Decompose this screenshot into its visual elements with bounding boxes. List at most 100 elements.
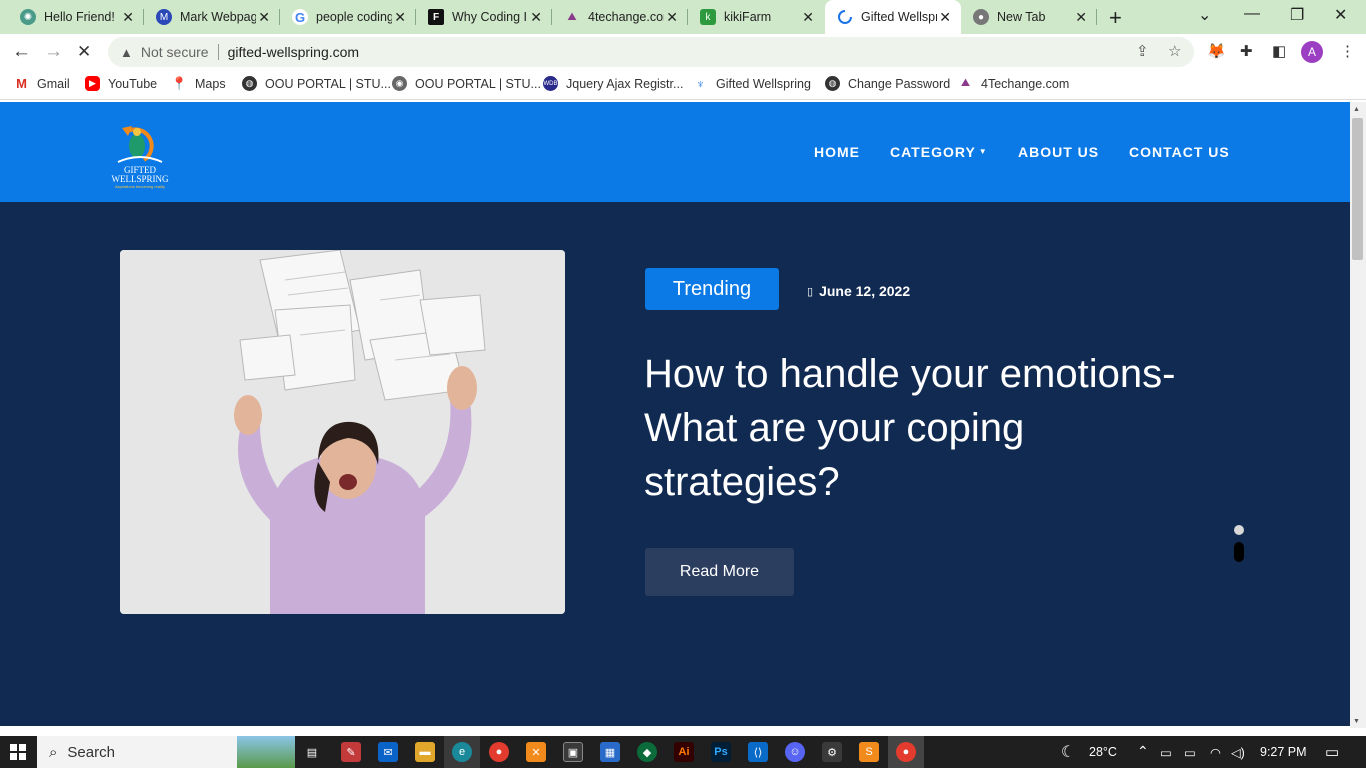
close-icon[interactable]: ✕ (122, 9, 134, 25)
site-header: GIFTED WELLSPRING Aspirations becoming r… (0, 102, 1350, 202)
side-panel-icon[interactable]: ◧ (1272, 42, 1286, 60)
notification-icon[interactable]: ▭ (1325, 743, 1339, 761)
extensions-puzzle-icon[interactable]: ✚ (1240, 42, 1253, 60)
tab-new-tab[interactable]: ● New Tab ✕ (961, 0, 1097, 34)
new-tab-button[interactable]: + (1109, 5, 1122, 31)
nav-category-label: CATEGORY (890, 144, 976, 160)
file-explorer-icon[interactable]: ▬ (415, 742, 435, 762)
tab-mark-webpage[interactable]: M Mark Webpage ✕ (144, 0, 280, 34)
photoshop-icon[interactable]: Ps (711, 742, 731, 762)
taskbar-search-box[interactable]: ⌕ Search (37, 736, 295, 768)
bookmark-jquery-ajax[interactable]: WDB Jquery Ajax Registr... (543, 76, 683, 91)
slider-dot-active[interactable] (1234, 542, 1244, 562)
nav-contact-us[interactable]: CONTACT US (1129, 144, 1230, 160)
temperature[interactable]: 28°C (1089, 745, 1117, 759)
slider-dot[interactable] (1234, 525, 1244, 535)
app-paint-icon[interactable]: ✎ (341, 742, 361, 762)
store-icon[interactable]: ▣ (563, 742, 583, 762)
tab-why-coding[interactable]: F Why Coding I ✕ (416, 0, 552, 34)
task-view-icon[interactable]: ▤ (302, 742, 322, 762)
chrome-active-icon[interactable]: ● (896, 742, 916, 762)
oou-icon: ◉ (392, 76, 407, 91)
calendar-icon: ▯ (807, 285, 814, 298)
scroll-up-arrow-icon[interactable]: ▲ (1353, 106, 1360, 113)
photos-icon[interactable]: ▦ (600, 742, 620, 762)
bookmark-4techange[interactable]: ⛰ 4Techange.com (958, 76, 1069, 91)
nav-about-us[interactable]: ABOUT US (1018, 144, 1099, 160)
tab-title: Why Coding I (452, 10, 528, 24)
meet-now-icon[interactable]: ▭ (1160, 745, 1172, 760)
profile-avatar[interactable]: A (1301, 41, 1323, 63)
bookmark-gifted-wellspring[interactable]: ♆ Gifted Wellspring (693, 76, 811, 91)
tab-separator (1096, 9, 1097, 25)
close-icon[interactable]: ✕ (530, 9, 542, 25)
bookmark-label: Change Password (848, 76, 951, 91)
battery-icon[interactable]: ▭ (1184, 745, 1196, 760)
scroll-down-arrow-icon[interactable]: ▼ (1353, 718, 1360, 725)
globe-icon: ◍ (825, 76, 840, 91)
forward-arrow-icon[interactable]: → (44, 41, 63, 63)
tab-title: Hello Friend! (44, 10, 115, 24)
trending-badge[interactable]: Trending (645, 268, 779, 310)
windows-start-icon[interactable] (10, 744, 26, 760)
android-studio-icon[interactable]: ⚙ (822, 742, 842, 762)
xampp-icon[interactable]: ✕ (526, 742, 546, 762)
stop-loading-icon[interactable]: ✕ (77, 41, 91, 63)
bookmark-oou-portal-2[interactable]: ◉ OOU PORTAL | STU... (392, 76, 541, 91)
share-icon[interactable]: ⇪ (1136, 42, 1149, 60)
back-arrow-icon[interactable]: ← (12, 41, 31, 63)
bookmark-oou-portal-1[interactable]: ◍ OOU PORTAL | STU... (242, 76, 391, 91)
metamask-icon[interactable]: 🦊 (1207, 42, 1226, 60)
post-headline[interactable]: How to handle your emotions- What are yo… (644, 347, 1204, 509)
scroll-thumb[interactable] (1352, 118, 1363, 260)
sublime-icon[interactable]: S (859, 742, 879, 762)
f-logo-icon: F (428, 9, 444, 25)
discord-icon[interactable]: ☺ (785, 742, 805, 762)
close-icon[interactable]: ✕ (258, 9, 270, 25)
bookmark-gmail[interactable]: M Gmail (14, 76, 70, 91)
bookmark-change-password[interactable]: ◍ Change Password (825, 76, 950, 91)
address-bar[interactable]: ▲ Not secure gifted-wellspring.com (108, 37, 1194, 67)
menu-dots-icon[interactable]: ⋮ (1340, 42, 1355, 60)
minimize-button[interactable]: — (1244, 5, 1260, 23)
close-window-button[interactable]: ✕ (1334, 5, 1347, 25)
wifi-icon[interactable]: ◠ (1210, 745, 1221, 760)
bookmark-star-icon[interactable]: ☆ (1168, 42, 1181, 60)
bookmark-label: OOU PORTAL | STU... (265, 76, 391, 91)
edge-icon[interactable]: e (452, 742, 472, 762)
close-icon[interactable]: ✕ (802, 9, 814, 25)
close-icon[interactable]: ✕ (939, 9, 951, 25)
caret-down-icon: ▼ (978, 147, 988, 156)
node-icon[interactable]: ◆ (637, 742, 657, 762)
tab-gifted-wellspring[interactable]: Gifted Wellspring ✕ (825, 0, 961, 34)
close-icon[interactable]: ✕ (394, 9, 406, 25)
chrome-app-icon[interactable]: ● (489, 742, 509, 762)
chevron-up-icon[interactable]: ⌃ (1137, 743, 1149, 760)
tab-4techange[interactable]: ⛰ 4techange.com ✕ (552, 0, 688, 34)
chrome-icon: ● (973, 9, 989, 25)
bookmark-label: Maps (195, 76, 226, 91)
clock-time[interactable]: 9:27 PM (1260, 745, 1307, 759)
restore-button[interactable]: ❐ (1290, 5, 1304, 25)
illustrator-icon[interactable]: Ai (674, 742, 694, 762)
bookmark-maps[interactable]: 📍 Maps (171, 76, 226, 91)
weather-moon-icon[interactable]: ☾ (1058, 742, 1078, 762)
read-more-button[interactable]: Read More (645, 548, 794, 596)
close-icon[interactable]: ✕ (666, 9, 678, 25)
tab-kikifarm[interactable]: k kikiFarm ✕ (688, 0, 824, 34)
speaker-icon[interactable]: ◁) (1231, 745, 1245, 760)
tab-search-icon[interactable]: ⌄ (1198, 5, 1211, 25)
post-date: ▯ June 12, 2022 (807, 283, 910, 299)
vscode-icon[interactable]: ⟨⟩ (748, 742, 768, 762)
hero-image[interactable] (120, 250, 565, 614)
nav-category[interactable]: CATEGORY ▼ (890, 144, 988, 160)
mail-icon[interactable]: ✉ (378, 742, 398, 762)
close-icon[interactable]: ✕ (1075, 9, 1087, 25)
site-logo[interactable]: GIFTED WELLSPRING Aspirations becoming r… (104, 112, 176, 192)
url-text[interactable]: gifted-wellspring.com (228, 44, 360, 60)
bookmark-youtube[interactable]: ▶ YouTube (85, 76, 157, 91)
tab-people-coding[interactable]: G people coding ✕ (280, 0, 416, 34)
nav-home[interactable]: HOME (814, 144, 860, 160)
tab-hello-friend[interactable]: ✺ Hello Friend! ✕ (0, 0, 144, 34)
kiki-icon: k (700, 9, 716, 25)
